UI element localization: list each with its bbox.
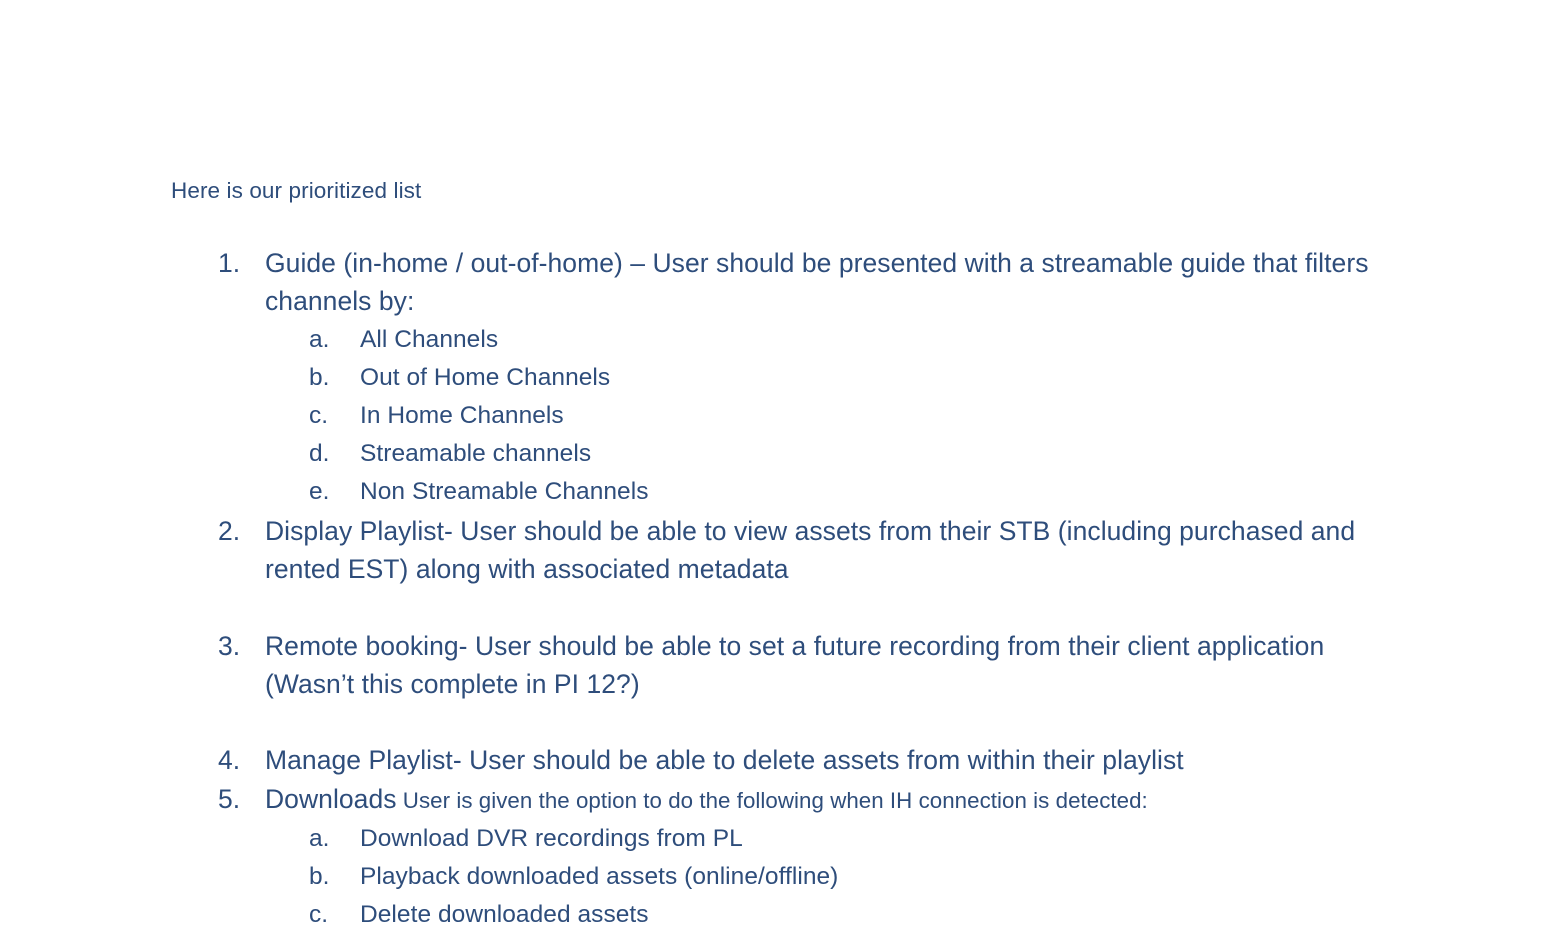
sub-item-5a: a. Download DVR recordings from PL [0,820,1568,858]
list-item-5: 5. Downloads User is given the option to… [0,780,1568,820]
sub-item-5b-text: Playback downloaded assets (online/offli… [360,863,839,891]
sub-item-1e-text: Non Streamable Channels [360,478,649,506]
sub-item-1d: d. Streamable channels [0,435,1568,473]
list-item-3-text: Remote booking- User should be able to s… [265,630,1325,699]
document-page: Here is our prioritized list 1. Guide (i… [0,0,1568,942]
sub-item-1b-text: Out of Home Channels [360,363,611,391]
list-marker-5: 5. [218,783,241,814]
sub-item-1a: a. All Channels [0,321,1568,359]
list-marker-3: 3. [218,630,241,661]
list-item-2: 2. Display Playlist- User should be able… [0,512,1568,589]
list-marker-2: 2. [218,515,241,546]
sub-marker-1d: d. [309,440,330,468]
list-item-5-tail: User is given the option to do the follo… [396,787,1148,813]
sub-item-5a-text: Download DVR recordings from PL [360,824,743,852]
sub-item-1a-text: All Channels [360,325,499,353]
list-item-3: 3. Remote booking- User should be able t… [0,627,1568,704]
sub-item-5d: d. Monitor downloads [0,935,1568,942]
intro-paragraph: Here is our prioritized list [171,178,422,203]
list-item-4: 4. Manage Playlist- User should be able … [0,741,1568,779]
paragraph-gap-2-3 [0,588,1568,626]
sub-marker-5c: c. [309,901,329,929]
sub-item-5c-text: Delete downloaded assets [360,901,649,929]
prioritized-list: 1. Guide (in-home / out-of-home) – User … [0,244,1568,942]
sub-item-5b: b. Playback downloaded assets (online/of… [0,858,1568,896]
sub-item-1d-text: Streamable channels [360,440,592,468]
sub-marker-5d: d. [309,935,351,942]
list-item-1: 1. Guide (in-home / out-of-home) – User … [0,244,1568,321]
list-item-1-text: Guide (in-home / out-of-home) – User sho… [265,248,1369,317]
sub-marker-1c: c. [309,402,329,429]
sub-item-1c: c. In Home Channels [0,397,1568,435]
sub-item-5c: c. Delete downloaded assets [0,896,1568,934]
sub-marker-1b: b. [309,363,330,391]
list-item-5-lead: Downloads [265,783,397,814]
list-item-2-text: Display Playlist- User should be able to… [265,515,1356,584]
list-marker-4: 4. [218,745,241,776]
sub-item-1e: e. Non Streamable Channels [0,473,1568,511]
sub-item-1b: b. Out of Home Channels [0,359,1568,397]
list-item-4-text: Manage Playlist- User should be able to … [265,745,1184,776]
sub-marker-5a: a. [309,824,330,852]
sub-marker-1e: e. [309,478,330,506]
paragraph-gap-3-4 [0,703,1568,741]
sub-marker-5b: b. [309,863,330,891]
list-marker-1: 1. [218,248,241,278]
sub-item-1c-text: In Home Channels [360,402,564,429]
list-item-5-text: Downloads User is given the option to do… [265,780,1418,820]
sub-marker-1a: a. [309,325,330,353]
